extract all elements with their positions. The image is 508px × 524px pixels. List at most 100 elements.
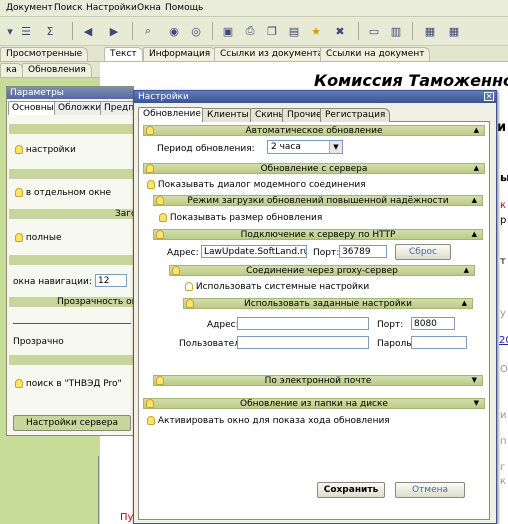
show-size-option[interactable]: Показывать размер обновления bbox=[159, 213, 322, 223]
bulb-icon bbox=[159, 213, 167, 222]
server-port-input[interactable]: 36789 bbox=[339, 245, 387, 258]
bg-fragment: к bbox=[500, 476, 507, 487]
tab-links-from[interactable]: Ссылки из документа bbox=[214, 47, 330, 61]
bulb-icon bbox=[15, 233, 23, 242]
bg-fragment: 20 bbox=[499, 335, 508, 346]
email-header[interactable]: По электронной почте ▼ bbox=[153, 375, 483, 386]
forward-icon[interactable]: ▶ bbox=[104, 21, 124, 41]
tnved-search-item[interactable]: поиск в "ТНВЭД Pro" bbox=[15, 379, 122, 389]
bg-fragment: и bbox=[500, 410, 507, 421]
show-modem-option[interactable]: Показывать диалог модемного соединения bbox=[147, 180, 366, 190]
tab-update[interactable]: Обновление bbox=[138, 107, 206, 122]
page-title: Комиссия Таможенного bbox=[314, 71, 508, 90]
bulb-icon bbox=[147, 416, 155, 425]
panel-icon[interactable]: ▥ bbox=[386, 21, 406, 41]
nav-window-field[interactable]: 12 bbox=[95, 274, 127, 287]
save-button[interactable]: Сохранить bbox=[317, 482, 385, 498]
book-icon[interactable]: ▦ bbox=[420, 21, 440, 41]
tools-icon[interactable]: ✖ bbox=[330, 21, 350, 41]
password-label: Пароль: bbox=[377, 339, 415, 349]
settings-item[interactable]: настройки bbox=[15, 145, 76, 155]
transparency-header: Прозрачность ок bbox=[57, 297, 138, 307]
star-icon[interactable]: ★ bbox=[306, 21, 326, 41]
bg-fragment: г bbox=[500, 462, 506, 473]
copy-icon[interactable]: ❐ bbox=[262, 21, 282, 41]
menu-document[interactable]: Документ bbox=[6, 3, 53, 13]
menu-search[interactable]: Поиск bbox=[54, 3, 83, 13]
full-item[interactable]: полные bbox=[15, 233, 62, 243]
tab-registration[interactable]: Регистрация bbox=[320, 108, 391, 122]
tab-skins[interactable]: Обложки bbox=[54, 101, 106, 115]
window-icon[interactable]: ▭ bbox=[364, 21, 384, 41]
sum-icon[interactable]: Σ bbox=[40, 21, 60, 41]
proxy-header[interactable]: Соединение через proxy-сервер ▲ bbox=[169, 265, 475, 276]
nav-window-label: окна навигации: bbox=[13, 277, 92, 287]
period-label: Период обновления: bbox=[157, 144, 255, 154]
list-icon[interactable]: ☰ bbox=[16, 21, 36, 41]
web-gray-icon[interactable]: ◎ bbox=[186, 21, 206, 41]
period-select[interactable]: 2 часа ▼ bbox=[267, 140, 343, 154]
paste-icon[interactable]: ▤ bbox=[284, 21, 304, 41]
expand-arrow-icon: ▼ bbox=[471, 376, 477, 384]
use-system-settings-option[interactable]: Использовать системные настройки bbox=[185, 282, 369, 292]
port-label: Порт: bbox=[313, 248, 340, 258]
document-tabs: Просмотренные Текст Информация Ссылки из… bbox=[0, 46, 508, 62]
bg-fragment: О bbox=[500, 364, 508, 375]
tab-info[interactable]: Информация bbox=[143, 47, 217, 61]
web-icon[interactable]: ◉ bbox=[164, 21, 184, 41]
reset-button[interactable]: Сброс bbox=[395, 244, 451, 260]
save-icon[interactable]: ▣ bbox=[218, 21, 238, 41]
bg-fragment: у bbox=[500, 308, 506, 319]
http-header[interactable]: Подключение к серверу по HTTP ▲ bbox=[153, 229, 483, 240]
close-icon[interactable]: ✕ bbox=[484, 92, 494, 101]
cancel-button[interactable]: Отмена bbox=[395, 482, 465, 498]
activate-window-option[interactable]: Активировать окно для показа хода обновл… bbox=[147, 416, 390, 426]
tab-links-to[interactable]: Ссылки на документ bbox=[320, 47, 431, 61]
bg-fragment: Пу bbox=[120, 512, 134, 523]
auto-update-header[interactable]: Автоматическое обновление ▲ bbox=[143, 125, 485, 136]
bulb-icon bbox=[147, 180, 155, 189]
password-input[interactable] bbox=[411, 336, 467, 349]
server-settings-button[interactable]: Настройки сервера bbox=[13, 415, 131, 431]
menu-settings[interactable]: Настройки bbox=[86, 3, 137, 13]
bg-fragment: ы bbox=[500, 171, 508, 184]
reliable-mode-header[interactable]: Режим загрузки обновлений повышенной над… bbox=[153, 195, 483, 206]
menu-help[interactable]: Помощь bbox=[165, 3, 203, 13]
proxy-address-input[interactable] bbox=[237, 317, 369, 330]
parameters-title: Параметры bbox=[7, 87, 133, 99]
server-update-header[interactable]: Обновление с сервера ▲ bbox=[143, 163, 485, 174]
proxy-port-input[interactable]: 8080 bbox=[411, 317, 455, 330]
chevron-down-icon: ▼ bbox=[329, 141, 342, 153]
bg-fragment: к bbox=[500, 200, 507, 211]
tab-ka[interactable]: ка bbox=[0, 63, 23, 77]
transparency-value: Прозрачно bbox=[13, 337, 64, 347]
bg-fragment: п bbox=[500, 436, 507, 447]
menu-windows[interactable]: Окна bbox=[137, 3, 161, 13]
bulb-icon bbox=[15, 379, 23, 388]
address-label: Адрес: bbox=[167, 248, 199, 258]
bg-fragment: р bbox=[500, 215, 507, 226]
server-address-input[interactable]: LawUpdate.SoftLand.ru bbox=[201, 245, 307, 258]
magnifier-icon[interactable]: ⌕ bbox=[138, 21, 158, 41]
tab-text[interactable]: Текст bbox=[104, 47, 143, 61]
bulb-off-icon bbox=[185, 282, 193, 291]
transparency-slider[interactable] bbox=[13, 323, 131, 324]
parameters-panel: Параметры Основные Обложки Предп настрой… bbox=[6, 86, 139, 436]
tab-updates[interactable]: Обновления bbox=[22, 63, 92, 77]
custom-settings-header[interactable]: Использовать заданные настройки ▲ bbox=[183, 298, 473, 309]
print-icon[interactable]: ⎙ bbox=[240, 21, 260, 41]
menu-bar: Документ Поиск Настройки Окна Помощь bbox=[0, 0, 508, 17]
bulb-icon bbox=[15, 188, 23, 197]
separate-window-item[interactable]: в отдельном окне bbox=[15, 188, 111, 198]
book2-icon[interactable]: ▦ bbox=[444, 21, 464, 41]
collapse-arrow-icon: ▲ bbox=[471, 196, 477, 204]
secondary-tabs: ка Обновления bbox=[0, 62, 100, 78]
proxy-port-label: Порт: bbox=[377, 320, 404, 330]
disk-update-header[interactable]: Обновление из папки на диске ▼ bbox=[143, 398, 485, 409]
user-input[interactable] bbox=[237, 336, 369, 349]
back-icon[interactable]: ◀ bbox=[78, 21, 98, 41]
tab-viewed[interactable]: Просмотренные bbox=[0, 47, 89, 61]
tab-clients[interactable]: Клиенты bbox=[202, 108, 254, 122]
update-tab-content: Автоматическое обновление ▲ Период обнов… bbox=[138, 122, 490, 520]
toolbar: ▾ ☰ Σ ◀ ▶ ⌕ ◉ ◎ ▣ ⎙ ❐ ▤ ★ ✖ ▭ ▥ ▦ ▦ bbox=[0, 17, 508, 46]
